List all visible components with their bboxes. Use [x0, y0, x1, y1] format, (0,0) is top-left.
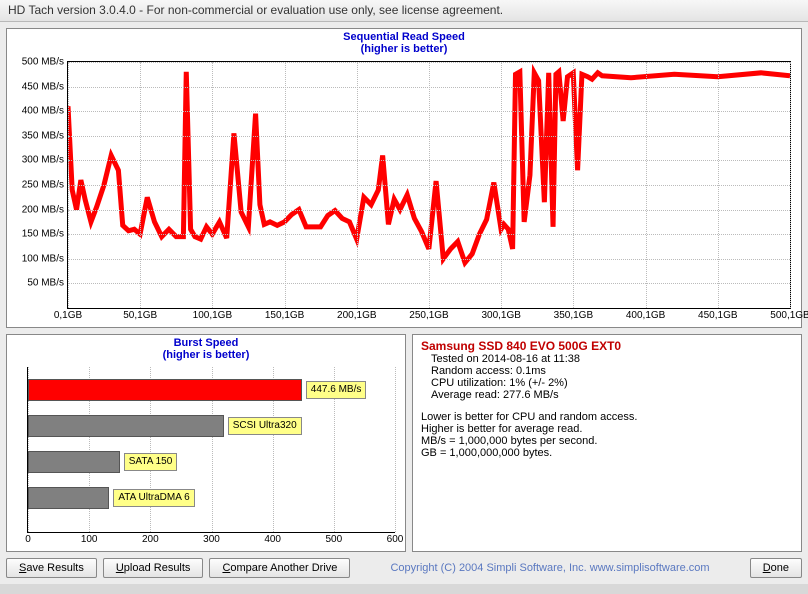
- tested-on: Tested on 2014-08-16 at 11:38: [431, 353, 793, 365]
- avg-read: Average read: 277.6 MB/s: [431, 389, 793, 401]
- save-button[interactable]: Save Results: [6, 558, 97, 578]
- burst-bar-label: SCSI Ultra320: [228, 417, 302, 435]
- x-tick: 0,1GB: [54, 310, 82, 321]
- done-label: one: [771, 562, 789, 574]
- x-tick: 300,1GB: [481, 310, 520, 321]
- upload-button[interactable]: Upload Results: [103, 558, 204, 578]
- save-label: ave Results: [26, 562, 83, 574]
- cpu-util: CPU utilization: 1% (+/- 2%): [431, 377, 793, 389]
- note-avg: Higher is better for average read.: [421, 423, 793, 435]
- burst-bar-label: SATA 150: [124, 453, 178, 471]
- burst-chart: 0100200300400500600447.6 MB/sSCSI Ultra3…: [27, 367, 395, 533]
- x-tick: 100,1GB: [193, 310, 232, 321]
- burst-title-text: Burst Speed: [174, 337, 239, 349]
- y-tick: 300 MB/s: [22, 155, 64, 166]
- seq-read-chart: 50 MB/s100 MB/s150 MB/s200 MB/s250 MB/s3…: [67, 61, 791, 309]
- copyright: Copyright (C) 2004 Simpli Software, Inc.…: [356, 562, 743, 574]
- done-button[interactable]: Done: [750, 558, 802, 578]
- burst-panel: Burst Speed (higher is better) 010020030…: [6, 334, 406, 552]
- y-tick: 150 MB/s: [22, 229, 64, 240]
- x-tick: 500,1GB: [770, 310, 808, 321]
- titlebar: HD Tach version 3.0.4.0 - For non-commer…: [0, 0, 808, 22]
- note-cpu: Lower is better for CPU and random acces…: [421, 411, 793, 423]
- y-tick: 350 MB/s: [22, 130, 64, 141]
- x-tick: 350,1GB: [554, 310, 593, 321]
- seq-read-subtitle: (higher is better): [361, 43, 448, 55]
- x-tick: 150,1GB: [265, 310, 304, 321]
- drive-name: Samsung SSD 840 EVO 500G EXT0: [421, 339, 793, 353]
- burst-bar: [28, 379, 302, 401]
- x-tick: 400,1GB: [626, 310, 665, 321]
- seq-read-panel: Sequential Read Speed (higher is better)…: [6, 28, 802, 328]
- y-tick: 100 MB/s: [22, 253, 64, 264]
- x-tick: 250,1GB: [409, 310, 448, 321]
- burst-x-tick: 200: [142, 534, 159, 545]
- burst-bar: [28, 415, 224, 437]
- upload-label: pload Results: [124, 562, 191, 574]
- note-gb: GB = 1,000,000,000 bytes.: [421, 447, 793, 459]
- burst-x-tick: 400: [264, 534, 281, 545]
- x-tick: 50,1GB: [123, 310, 157, 321]
- y-tick: 50 MB/s: [27, 278, 64, 289]
- y-tick: 500 MB/s: [22, 57, 64, 68]
- random-access: Random access: 0.1ms: [431, 365, 793, 377]
- compare-button[interactable]: Compare Another Drive: [209, 558, 350, 578]
- x-tick: 450,1GB: [698, 310, 737, 321]
- y-tick: 250 MB/s: [22, 180, 64, 191]
- window-body: Sequential Read Speed (higher is better)…: [0, 22, 808, 584]
- burst-bar: [28, 487, 109, 509]
- y-tick: 200 MB/s: [22, 204, 64, 215]
- burst-x-tick: 100: [81, 534, 98, 545]
- note-mbs: MB/s = 1,000,000 bytes per second.: [421, 435, 793, 447]
- seq-read-title-text: Sequential Read Speed: [343, 31, 465, 43]
- burst-x-tick: 300: [203, 534, 220, 545]
- info-panel: Samsung SSD 840 EVO 500G EXT0 Tested on …: [412, 334, 802, 552]
- x-tick: 200,1GB: [337, 310, 376, 321]
- burst-bar-label: ATA UltraDMA 6: [113, 489, 194, 507]
- y-tick: 400 MB/s: [22, 106, 64, 117]
- y-tick: 450 MB/s: [22, 81, 64, 92]
- button-row: Save Results Upload Results Compare Anot…: [6, 558, 802, 578]
- burst-subtitle: (higher is better): [163, 349, 250, 361]
- burst-x-tick: 0: [25, 534, 31, 545]
- seq-read-title: Sequential Read Speed (higher is better): [7, 31, 801, 55]
- burst-title: Burst Speed (higher is better): [7, 337, 405, 361]
- compare-label: ompare Another Drive: [230, 562, 337, 574]
- burst-x-tick: 500: [325, 534, 342, 545]
- burst-x-tick: 600: [387, 534, 404, 545]
- burst-bar: [28, 451, 120, 473]
- burst-bar-label: 447.6 MB/s: [306, 381, 367, 399]
